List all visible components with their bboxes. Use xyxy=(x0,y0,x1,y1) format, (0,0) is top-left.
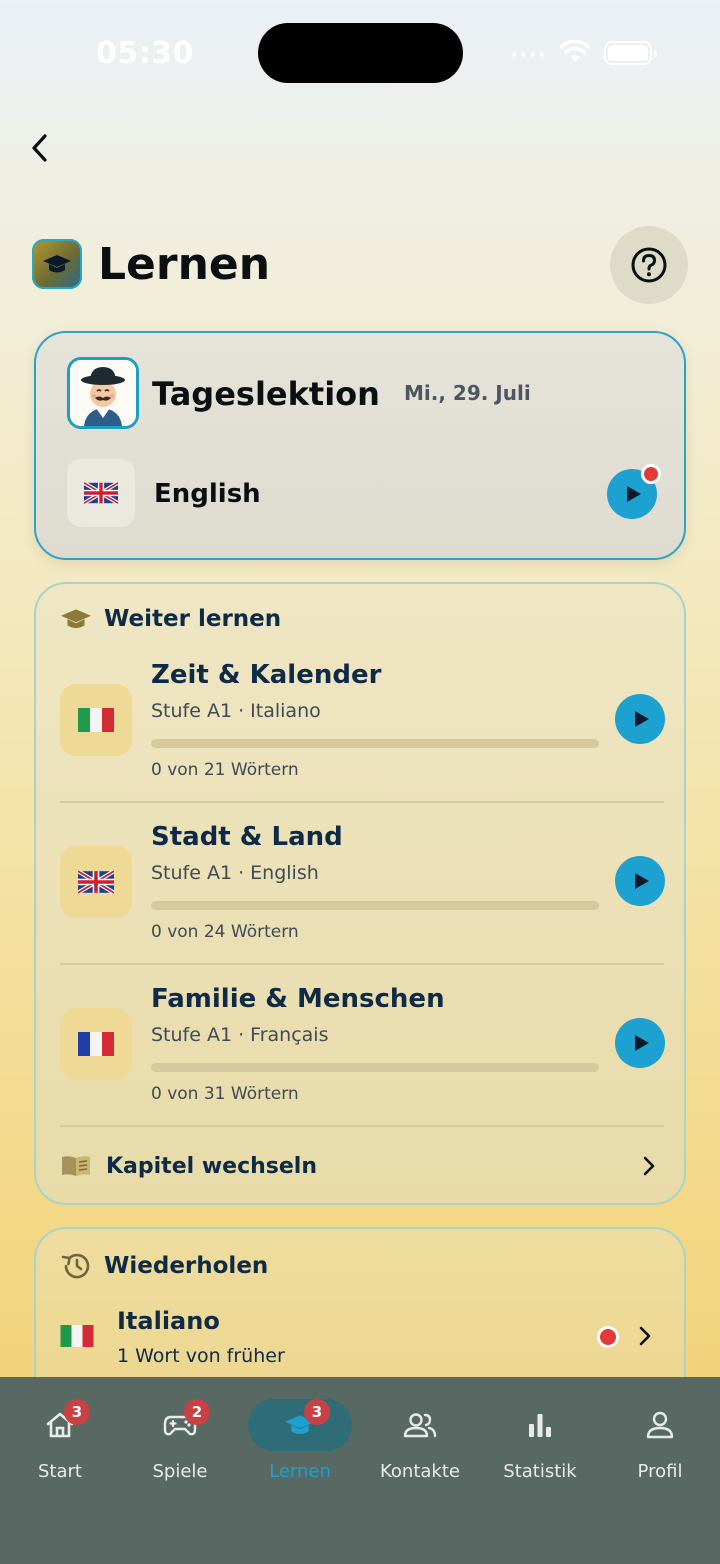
review-item[interactable]: Italiano 1 Wort von früher xyxy=(60,1307,664,1377)
tab-start[interactable]: 3 Start xyxy=(0,1399,120,1489)
lesson-word-count: 0 von 21 Wörtern xyxy=(151,760,299,780)
daily-lesson-title: Tageslektion xyxy=(152,375,380,413)
notification-dot xyxy=(597,1326,619,1348)
notification-dot xyxy=(641,464,661,484)
lesson-subtitle: Stufe A1 · Français xyxy=(151,1024,329,1046)
play-icon xyxy=(635,711,649,727)
tab-badge: 3 xyxy=(64,1399,90,1425)
daily-lesson-date: Mi., 29. Juli xyxy=(404,381,531,405)
lesson-word-count: 0 von 31 Wörtern xyxy=(151,1084,299,1104)
play-icon xyxy=(627,486,641,502)
bar-chart-icon xyxy=(529,1414,551,1437)
review-subtitle: 1 Wort von früher xyxy=(117,1345,285,1367)
tab-statistik[interactable]: Statistik xyxy=(480,1399,600,1489)
tab-label: Spiele xyxy=(152,1461,208,1482)
tab-label: Start xyxy=(38,1461,82,1482)
tab-label: Profil xyxy=(637,1461,683,1482)
lesson-item[interactable]: Stadt & Land Stufe A1 · English 0 von 24… xyxy=(60,812,665,974)
profile-icon xyxy=(646,1411,674,1439)
tab-lernen[interactable]: 3 Lernen xyxy=(240,1399,360,1489)
tab-label: Lernen xyxy=(269,1461,331,1482)
status-time: 05:30 xyxy=(96,36,194,71)
back-button[interactable] xyxy=(20,128,60,168)
continue-learning-card: Weiter lernen Zeit & Kalender Stufe A1 ·… xyxy=(34,582,686,1205)
page-title: Lernen xyxy=(98,238,271,290)
learn-app-icon xyxy=(32,239,82,289)
page-header: Lernen xyxy=(32,222,688,306)
graduation-cap-icon xyxy=(61,609,91,629)
lesson-item[interactable]: Familie & Menschen Stufe A1 · Français 0… xyxy=(60,974,665,1136)
lesson-title: Familie & Menschen xyxy=(151,984,445,1014)
lesson-play-button[interactable] xyxy=(615,1018,665,1068)
italy-flag-icon xyxy=(60,1325,94,1347)
change-chapter-button[interactable]: Kapitel wechseln xyxy=(60,1143,664,1189)
tab-badge: 2 xyxy=(184,1399,210,1425)
signal-icon xyxy=(512,52,544,57)
lesson-progress-bar xyxy=(151,1063,599,1072)
question-circle-icon xyxy=(631,247,667,283)
wifi-icon xyxy=(560,39,590,62)
teacher-avatar xyxy=(67,357,139,429)
lesson-flag-tile xyxy=(60,684,132,756)
tab-spiele[interactable]: 2 Spiele xyxy=(120,1399,240,1489)
book-icon xyxy=(62,1156,90,1176)
divider xyxy=(60,963,664,965)
tab-kontakte[interactable]: Kontakte xyxy=(360,1399,480,1489)
review-header: Wiederholen xyxy=(60,1251,268,1281)
contacts-icon xyxy=(403,1413,437,1438)
divider xyxy=(60,1125,664,1127)
divider xyxy=(60,801,664,803)
play-icon xyxy=(635,873,649,889)
daily-lesson-card[interactable]: Tageslektion Mi., 29. Juli English xyxy=(34,331,686,560)
chevron-right-icon xyxy=(639,1326,651,1346)
dynamic-island xyxy=(258,23,463,83)
lesson-progress-bar xyxy=(151,739,599,748)
play-icon xyxy=(635,1035,649,1051)
lesson-subtitle: Stufe A1 · Italiano xyxy=(151,700,321,722)
lesson-play-button[interactable] xyxy=(615,856,665,906)
tab-bar: 3 Start 2 Spiele 3 Lernen Kontakte Stati… xyxy=(0,1377,720,1564)
lesson-play-button[interactable] xyxy=(615,694,665,744)
status-bar: 05:30 xyxy=(0,0,720,100)
uk-flag-icon xyxy=(84,482,118,504)
tab-badge: 3 xyxy=(304,1399,330,1425)
lesson-flag-tile xyxy=(60,846,132,918)
help-button[interactable] xyxy=(610,226,688,304)
lesson-subtitle: Stufe A1 · English xyxy=(151,862,319,884)
lesson-word-count: 0 von 24 Wörtern xyxy=(151,922,299,942)
history-icon xyxy=(61,1253,90,1279)
continue-title: Weiter lernen xyxy=(104,606,282,632)
lesson-title: Zeit & Kalender xyxy=(151,660,382,690)
lesson-progress-bar xyxy=(151,901,599,910)
daily-lesson-language: English xyxy=(154,479,261,509)
graduation-cap-icon xyxy=(43,255,71,273)
lesson-title: Stadt & Land xyxy=(151,822,343,852)
lesson-item[interactable]: Zeit & Kalender Stufe A1 · Italiano 0 vo… xyxy=(60,650,665,812)
chevron-right-icon xyxy=(643,1156,655,1176)
tab-label: Statistik xyxy=(503,1461,577,1482)
tab-profil[interactable]: Profil xyxy=(600,1399,720,1489)
uk-flag-icon xyxy=(78,870,114,894)
change-chapter-label: Kapitel wechseln xyxy=(106,1153,317,1179)
daily-flag-tile xyxy=(67,459,135,527)
battery-icon xyxy=(604,41,657,65)
france-flag-icon xyxy=(78,1032,114,1056)
italy-flag-icon xyxy=(78,708,114,732)
lesson-flag-tile xyxy=(60,1008,132,1080)
continue-header: Weiter lernen xyxy=(60,606,281,632)
review-language: Italiano xyxy=(117,1307,220,1335)
tab-label: Kontakte xyxy=(380,1461,460,1482)
chevron-left-icon xyxy=(32,134,47,162)
review-title: Wiederholen xyxy=(104,1253,269,1279)
